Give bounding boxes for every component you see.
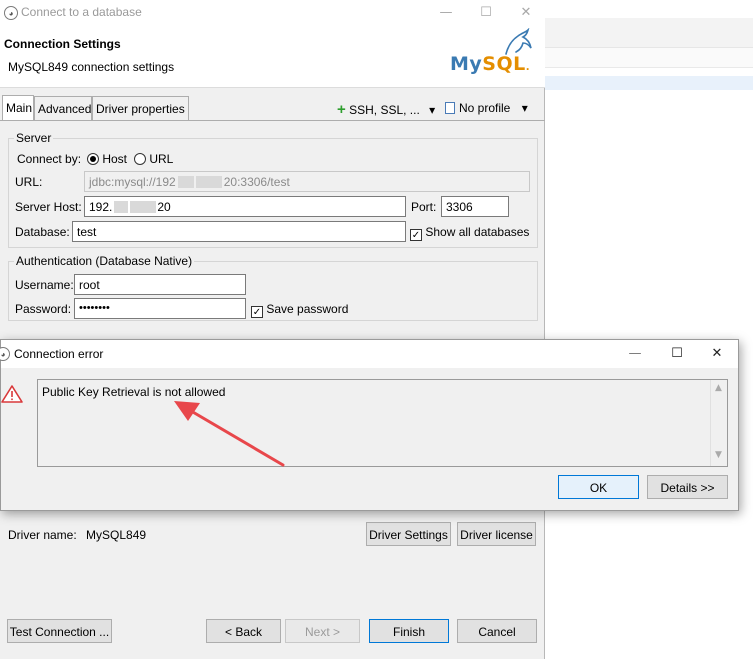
redacted-block <box>130 201 157 213</box>
redacted-block <box>195 176 222 188</box>
maximize-button[interactable]: ☐ <box>663 344 691 364</box>
maximize-button[interactable]: ☐ <box>472 3 500 23</box>
url-value-end: 20:3306/test <box>223 175 290 189</box>
port-value: 3306 <box>446 200 473 214</box>
dbeaver-app-icon: ◕ <box>0 347 10 361</box>
checkbox-checked-icon: ✓ <box>251 306 263 318</box>
show-all-databases-checkbox[interactable]: ✓ Show all databases <box>410 225 529 241</box>
finish-button[interactable]: Finish <box>369 619 449 643</box>
minimize-button[interactable]: — <box>432 3 460 23</box>
driver-name-value: MySQL849 <box>86 528 147 542</box>
database-value: test <box>77 225 97 239</box>
password-label: Password: <box>15 302 72 316</box>
url-label: URL: <box>15 175 43 189</box>
username-field[interactable]: root <box>74 274 246 295</box>
database-field[interactable]: test <box>72 221 406 242</box>
scroll-up-icon[interactable]: ▲ <box>715 383 722 393</box>
minimize-button[interactable]: — <box>621 344 649 364</box>
driver-license-button[interactable]: Driver license <box>457 522 536 546</box>
host-radio[interactable]: Host <box>87 152 127 166</box>
driver-settings-button[interactable]: Driver Settings <box>366 522 451 546</box>
close-button[interactable]: ✕ <box>703 344 731 364</box>
next-button[interactable]: Next > <box>285 619 360 643</box>
mysql-logo-my: My <box>450 53 483 75</box>
server-host-field[interactable]: 192. 20 <box>84 196 406 217</box>
connect-by-label: Connect by: <box>17 152 82 166</box>
redacted-block <box>177 176 194 188</box>
warning-icon <box>1 385 23 403</box>
tab-main-label: Main <box>6 101 33 115</box>
database-label: Database: <box>15 225 70 239</box>
back-button[interactable]: < Back <box>206 619 281 643</box>
profile-label: No profile <box>459 101 511 115</box>
url-radio-label: URL <box>149 152 174 166</box>
profile-document-icon <box>445 102 455 114</box>
username-label: Username: <box>15 278 74 292</box>
server-host-label: Server Host: <box>15 200 82 214</box>
username-value: root <box>79 278 100 292</box>
dialog-titlebar: ◕ Connect to a database — ☐ ✕ <box>0 0 545 26</box>
background-toolbar <box>545 18 753 48</box>
host-radio-button <box>87 153 99 165</box>
tab-strip-border <box>0 120 545 121</box>
server-group-label: Server <box>14 131 54 145</box>
error-dialog-title: Connection error <box>14 347 104 361</box>
tab-main[interactable]: Main <box>2 95 34 121</box>
ssh-ssl-label: SSH, SSL, ... <box>349 103 420 117</box>
driver-name-caption: Driver name: <box>8 528 77 542</box>
port-label: Port: <box>411 200 437 214</box>
background-header-row <box>545 48 753 68</box>
plus-icon: + <box>337 101 346 118</box>
tab-driver-properties[interactable]: Driver properties <box>92 96 189 121</box>
header-title: Connection Settings <box>4 37 121 51</box>
header-subtitle: MySQL849 connection settings <box>8 60 175 74</box>
details-button[interactable]: Details >> <box>647 475 728 499</box>
mysql-logo-dot: . <box>525 62 531 73</box>
url-radio-button <box>134 153 146 165</box>
error-message-box[interactable]: Public Key Retrieval is not allowed ▲ ▼ <box>37 379 728 467</box>
error-dialog-titlebar: ◕ Connection error — ☐ ✕ <box>0 340 738 368</box>
ok-button[interactable]: OK <box>558 475 639 499</box>
url-radio[interactable]: URL <box>134 152 173 166</box>
background-selected-row <box>545 76 753 90</box>
connection-error-dialog: ◕ Connection error — ☐ ✕ Public Key Retr… <box>0 339 739 511</box>
tab-driver-properties-label: Driver properties <box>96 102 185 116</box>
save-password-label: Save password <box>266 302 349 316</box>
chevron-down-icon: ▾ <box>429 103 436 117</box>
ssh-ssl-dropdown[interactable]: + SSH, SSL, ... ▾ <box>337 101 435 118</box>
profile-dropdown[interactable]: No profile ▾ <box>445 101 528 115</box>
authentication-group-label: Authentication (Database Native) <box>14 254 195 268</box>
host-value-end: 20 <box>157 200 171 214</box>
test-connection-button[interactable]: Test Connection ... <box>7 619 112 643</box>
dbeaver-app-icon: ◕ <box>4 6 18 20</box>
port-field[interactable]: 3306 <box>441 196 509 217</box>
url-value-start: jdbc:mysql://192 <box>89 175 176 189</box>
scroll-down-icon[interactable]: ▼ <box>715 450 722 460</box>
save-password-checkbox[interactable]: ✓ Save password <box>251 302 348 318</box>
show-all-databases-label: Show all databases <box>425 225 530 239</box>
host-value-start: 192. <box>89 200 113 214</box>
host-radio-label: Host <box>102 152 128 166</box>
mysql-logo: MySQL. <box>450 53 530 75</box>
tab-advanced-label: Advanced <box>38 102 92 116</box>
dialog-title: Connect to a database <box>21 5 142 19</box>
tab-advanced[interactable]: Advanced <box>34 96 92 121</box>
chevron-down-icon: ▾ <box>521 101 528 115</box>
password-field[interactable]: •••••••• <box>74 298 246 319</box>
annotation-arrow-icon <box>174 401 285 467</box>
message-scrollbar[interactable]: ▲ ▼ <box>710 380 727 466</box>
checkbox-checked-icon: ✓ <box>410 229 422 241</box>
mysql-logo-sql: SQL <box>482 53 526 75</box>
connect-dialog: ◕ Connect to a database — ☐ ✕ Connection… <box>0 0 545 659</box>
driver-name-label: Driver name: MySQL849 <box>8 528 146 542</box>
close-button[interactable]: ✕ <box>512 3 540 23</box>
url-field[interactable]: jdbc:mysql://192 20:3306/test <box>84 171 530 192</box>
redacted-block <box>114 201 129 213</box>
cancel-button[interactable]: Cancel <box>457 619 537 643</box>
password-value: •••••••• <box>79 302 110 314</box>
